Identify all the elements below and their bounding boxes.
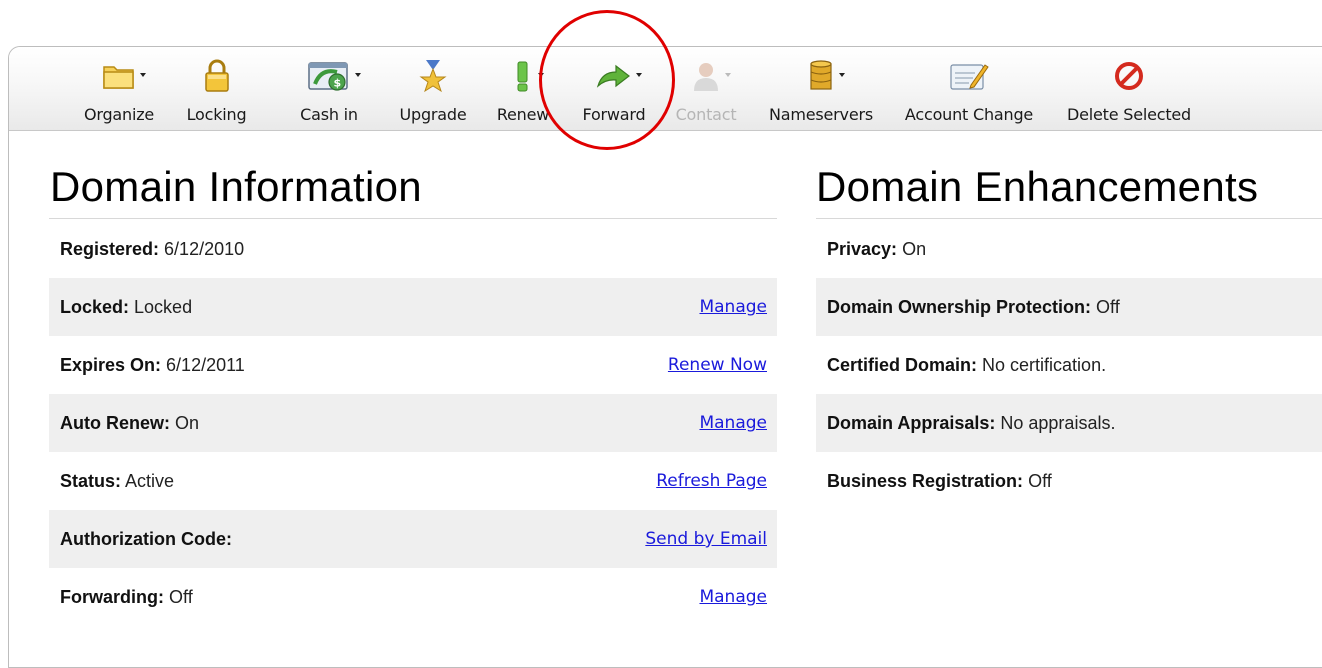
locking-button[interactable]: Locking <box>179 57 254 127</box>
enhancement-row-value: No certification. <box>982 354 1107 375</box>
renew-exclamation-icon <box>512 57 544 95</box>
refresh-page-link[interactable]: Refresh Page <box>656 471 767 491</box>
info-row-label: Registered: <box>60 238 160 259</box>
enhancement-row-value: Off <box>1096 296 1120 317</box>
info-row-label: Expires On: <box>60 354 162 375</box>
cash-in-button[interactable]: $ Cash in <box>289 57 369 127</box>
enhancement-row-privacy: Privacy: On <box>816 220 1322 278</box>
manage-auto-renew-link[interactable]: Manage <box>699 413 767 433</box>
contact-label: Contact <box>675 105 737 124</box>
info-row-locked: Locked: Locked Manage <box>49 278 777 336</box>
domain-information-divider <box>49 218 777 219</box>
info-row-value: 6/12/2010 <box>164 238 245 259</box>
enhancement-row-ownership-protection: Domain Ownership Protection: Off <box>816 278 1322 336</box>
account-change-button[interactable]: Account Change <box>899 57 1039 127</box>
delete-selected-label: Delete Selected <box>1066 105 1192 124</box>
enhancement-row-label: Certified Domain: <box>827 354 978 375</box>
enhancement-row-business-registration: Business Registration: Off <box>816 452 1322 510</box>
contact-person-icon <box>691 57 731 95</box>
send-by-email-link[interactable]: Send by Email <box>645 529 767 549</box>
organize-label: Organize <box>83 105 155 124</box>
cash-in-dropdown-caret-icon <box>355 73 361 77</box>
contact-button[interactable]: Contact <box>669 57 743 127</box>
manage-locking-link[interactable]: Manage <box>699 297 767 317</box>
domain-enhancements-divider <box>816 218 1322 219</box>
renew-button[interactable]: Renew <box>494 57 552 127</box>
contact-dropdown-caret-icon <box>725 73 731 77</box>
cash-in-icon: $ <box>307 57 361 95</box>
enhancement-row-value: Off <box>1028 470 1052 491</box>
info-row-label: Status: <box>60 470 122 491</box>
upgrade-medal-icon <box>418 57 448 95</box>
renew-dropdown-caret-icon <box>538 73 544 77</box>
forward-dropdown-caret-icon <box>636 73 642 77</box>
info-row-registered: Registered: 6/12/2010 <box>49 220 777 278</box>
enhancement-row-label: Domain Appraisals: <box>827 412 996 433</box>
organize-dropdown-caret-icon <box>140 73 146 77</box>
toolbar: Organize Locking $ Cash in Upgrade Renew… <box>9 47 1322 131</box>
nameservers-button[interactable]: Nameservers <box>766 57 876 127</box>
nameservers-label: Nameservers <box>769 105 873 124</box>
info-row-authorization-code: Authorization Code: Send by Email <box>49 510 777 568</box>
forward-arrow-icon <box>596 57 642 95</box>
nameservers-database-icon <box>807 57 845 95</box>
lock-icon <box>202 57 232 95</box>
account-change-label: Account Change <box>904 105 1034 124</box>
renew-now-link[interactable]: Renew Now <box>668 355 767 375</box>
info-row-expires: Expires On: 6/12/2011 Renew Now <box>49 336 777 394</box>
enhancement-row-value: On <box>902 238 927 259</box>
info-row-value: Off <box>169 586 193 607</box>
upgrade-button[interactable]: Upgrade <box>397 57 469 127</box>
delete-icon <box>1114 57 1144 95</box>
enhancement-row-value: No appraisals. <box>1000 412 1116 433</box>
info-row-value: On <box>175 412 200 433</box>
info-row-label: Locked: <box>60 296 130 317</box>
enhancement-row-appraisals: Domain Appraisals: No appraisals. <box>816 394 1322 452</box>
folder-icon <box>102 57 146 95</box>
enhancement-row-certified-domain: Certified Domain: No certification. <box>816 336 1322 394</box>
info-row-status: Status: Active Refresh Page <box>49 452 777 510</box>
info-row-label: Authorization Code: <box>60 528 232 549</box>
delete-selected-button[interactable]: Delete Selected <box>1059 57 1199 127</box>
enhancement-row-label: Business Registration: <box>827 470 1024 491</box>
organize-button[interactable]: Organize <box>79 57 159 127</box>
info-row-label: Forwarding: <box>60 586 164 607</box>
info-row-value: Active <box>125 470 175 491</box>
nameservers-dropdown-caret-icon <box>839 73 845 77</box>
info-row-auto-renew: Auto Renew: On Manage <box>49 394 777 452</box>
domain-information-title: Domain Information <box>50 163 422 210</box>
locking-label: Locking <box>186 105 247 124</box>
account-change-icon <box>949 57 989 95</box>
cash-in-label: Cash in <box>300 105 358 124</box>
renew-label: Renew <box>496 105 550 124</box>
forward-label: Forward <box>582 105 646 124</box>
info-row-value: Locked <box>134 296 193 317</box>
info-row-label: Auto Renew: <box>60 412 170 433</box>
enhancement-row-label: Domain Ownership Protection: <box>827 296 1092 317</box>
svg-text:$: $ <box>334 77 342 90</box>
info-row-value: 6/12/2011 <box>166 354 245 375</box>
upgrade-label: Upgrade <box>399 105 467 124</box>
enhancement-row-label: Privacy: <box>827 238 898 259</box>
forward-button[interactable]: Forward <box>574 57 654 127</box>
domain-enhancements-title: Domain Enhancements <box>816 163 1259 210</box>
manage-forwarding-link[interactable]: Manage <box>699 587 767 607</box>
info-row-forwarding: Forwarding: Off Manage <box>49 568 777 626</box>
